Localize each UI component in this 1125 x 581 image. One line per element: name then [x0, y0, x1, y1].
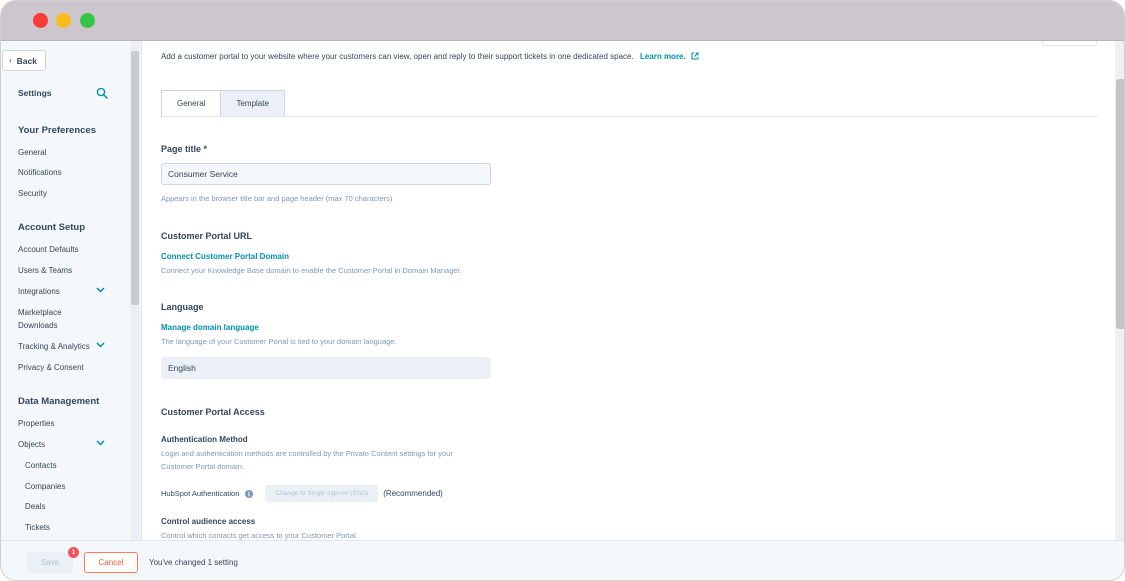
settings-title: Settings	[18, 88, 52, 98]
page-title-help: Appears in the browser title bar and pag…	[161, 194, 393, 203]
save-bar: Save 1 Cancel You've changed 1 setting	[1, 540, 1124, 580]
intro-description: Add a customer portal to your website wh…	[161, 52, 634, 61]
chevron-down-icon[interactable]	[96, 287, 105, 293]
sidebar-item-general[interactable]: General	[18, 146, 46, 159]
tab-general[interactable]: General	[161, 90, 222, 117]
authentication-method-label: Authentication Method	[161, 435, 248, 444]
hubspot-auth-label: HubSpot Authentication	[161, 489, 240, 498]
auth-help-line-2: Customer Portal domain.	[161, 462, 244, 471]
sidebar-item-privacy-consent[interactable]: Privacy & Consent	[18, 361, 84, 374]
learn-more-link[interactable]: Learn more.	[640, 52, 686, 61]
hubspot-auth-row: HubSpot Authentication Change to Single …	[161, 485, 443, 502]
language-help: The language of your Customer Portal is …	[161, 337, 397, 346]
page-title-label: Page title *	[161, 144, 208, 154]
sidebar-item-notifications[interactable]: Notifications	[18, 166, 62, 179]
control-audience-access-label: Control audience access	[161, 517, 256, 526]
chevron-left-icon: ‹	[9, 56, 12, 65]
sidebar-item-tickets[interactable]: Tickets	[25, 521, 50, 534]
tab-divider	[161, 116, 1098, 117]
settings-sidebar: ‹ Back Settings Your Preferences General…	[1, 41, 142, 540]
save-button[interactable]: Save	[27, 552, 73, 573]
section-your-preferences: Your Preferences	[18, 125, 96, 136]
chevron-down-icon[interactable]	[96, 440, 105, 446]
cancel-button[interactable]: Cancel	[84, 552, 138, 573]
sidebar-item-marketplace-downloads[interactable]: Marketplace Downloads	[18, 306, 78, 332]
maximize-window-button[interactable]	[80, 13, 95, 28]
sidebar-item-properties[interactable]: Properties	[18, 417, 54, 430]
sidebar-scrollbar-thumb[interactable]	[131, 51, 139, 305]
intro-text: Add a customer portal to your website wh…	[161, 52, 699, 61]
header-action-button[interactable]	[1042, 41, 1097, 46]
sidebar-item-tracking-analytics[interactable]: Tracking & Analytics	[18, 340, 90, 353]
language-label: Language	[161, 302, 204, 312]
chevron-down-icon[interactable]	[96, 342, 105, 348]
app-window: ‹ Back Settings Your Preferences General…	[0, 0, 1125, 581]
minimize-window-button[interactable]	[56, 13, 71, 28]
connect-portal-domain-link[interactable]: Connect Customer Portal Domain	[161, 252, 289, 261]
tab-bar: General Template	[161, 90, 285, 117]
recommended-label: (Recommended)	[383, 489, 443, 498]
info-icon[interactable]	[245, 489, 254, 498]
sidebar-item-deals[interactable]: Deals	[25, 500, 45, 513]
changes-status-text: You've changed 1 setting	[149, 558, 238, 567]
page-title-input[interactable]: Consumer Service	[161, 163, 491, 185]
change-to-sso-button[interactable]: Change to Single sign-on (SSO)	[265, 485, 379, 502]
tab-template[interactable]: Template	[221, 90, 285, 117]
sidebar-item-objects[interactable]: Objects	[18, 438, 45, 451]
sidebar-scrollbar[interactable]	[130, 41, 140, 540]
section-data-management: Data Management	[18, 396, 100, 407]
external-link-icon[interactable]	[691, 52, 699, 60]
main-scrollbar-thumb[interactable]	[1116, 79, 1124, 329]
main-content: Add a customer portal to your website wh…	[142, 41, 1115, 540]
manage-domain-language-link[interactable]: Manage domain language	[161, 323, 259, 332]
sidebar-item-users-teams[interactable]: Users & Teams	[18, 264, 72, 277]
title-bar	[1, 1, 1124, 41]
language-field: English	[161, 357, 491, 379]
main-scrollbar[interactable]	[1115, 41, 1124, 540]
sidebar-item-security[interactable]: Security	[18, 187, 47, 200]
customer-portal-url-label: Customer Portal URL	[161, 231, 253, 241]
search-icon[interactable]	[96, 87, 108, 99]
sidebar-item-account-defaults[interactable]: Account Defaults	[18, 243, 78, 256]
section-account-setup: Account Setup	[18, 222, 86, 233]
sidebar-item-integrations[interactable]: Integrations	[18, 285, 60, 298]
audience-access-help: Control which contacts get access to you…	[161, 531, 356, 540]
portal-url-help: Connect your Knowledge Base domain to en…	[161, 266, 462, 275]
sidebar-item-companies[interactable]: Companies	[25, 480, 65, 493]
auth-help-line-1: Login and authentication methods are con…	[161, 449, 453, 458]
sidebar-item-contacts[interactable]: Contacts	[25, 459, 57, 472]
back-button-label: Back	[16, 55, 37, 66]
customer-portal-access-label: Customer Portal Access	[161, 407, 265, 417]
close-window-button[interactable]	[33, 13, 48, 28]
changes-count-badge: 1	[68, 547, 79, 558]
back-button[interactable]: ‹ Back	[2, 50, 46, 71]
